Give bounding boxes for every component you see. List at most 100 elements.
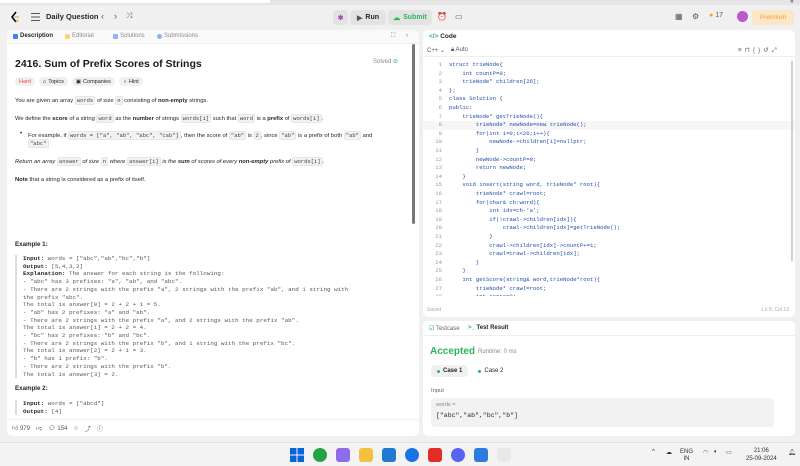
code-line[interactable]: 7 trieNode* getTrieNode(){ [423, 113, 795, 122]
companies-chip[interactable]: ▣ Companies [71, 77, 115, 86]
code-line[interactable]: 15 void insert(string word, trieNode* ro… [423, 181, 795, 190]
volume-icon[interactable]: 🔈︎ [714, 449, 718, 456]
vscode-icon[interactable] [382, 448, 396, 462]
next-problem-icon[interactable]: › [114, 11, 117, 21]
hint-chip[interactable]: ♁ Hint [118, 77, 143, 86]
timer-icon[interactable]: ⏰ [437, 12, 447, 21]
code-line[interactable]: 11 } [423, 147, 795, 156]
code-line[interactable]: 16 trieNode* crawl=root; [423, 190, 795, 199]
snipping-tool-icon[interactable] [497, 448, 511, 462]
youtube-icon[interactable] [428, 448, 442, 462]
window-close-icon[interactable]: ✕ [790, 0, 794, 5]
layout-icon[interactable]: ▦ [675, 12, 683, 21]
page-title[interactable]: 2416. Sum of Prefix Scores of Strings [15, 58, 202, 70]
settings-gear-icon[interactable]: ⚙ [692, 12, 699, 21]
submit-button[interactable]: ☁ Submit [388, 10, 432, 25]
code-line[interactable]: 17 for(char& ch:word){ [423, 199, 795, 208]
tab-solutions[interactable]: Solutions [113, 33, 145, 39]
language-label: C++ [427, 48, 439, 54]
code-line[interactable]: 26 int getScore(string& word,trieNode*ro… [423, 276, 795, 285]
topics-chip[interactable]: ⌂ Topics [38, 77, 68, 86]
tab-code[interactable]: </> Code [429, 33, 456, 40]
code-line[interactable]: 21 } [423, 233, 795, 242]
wifi-icon[interactable]: ◠ [703, 449, 708, 456]
comments-button[interactable]: 💬︎ 154 [48, 425, 67, 432]
tray-chevron-icon[interactable]: ^ [652, 449, 655, 455]
code-line[interactable]: 8 trieNode* newNode=new trieNode(); [423, 121, 795, 130]
code-line[interactable]: 10 newNode->children[i]=nullptr; [423, 138, 795, 147]
debug-button[interactable]: ✱ [333, 10, 348, 25]
example-line: The total is answer[3] = 2. [23, 370, 119, 378]
streak-counter[interactable]: ● 17 [709, 12, 723, 19]
discord-icon[interactable] [451, 448, 465, 462]
auto-mode-toggle[interactable]: 🔒︎ Auto [451, 47, 468, 54]
paint-icon[interactable] [474, 448, 488, 462]
code-line[interactable]: 9 for(int i=0;i<26;i++){ [423, 130, 795, 139]
code-line[interactable]: 22 crawl->children[idx]->countP+=1; [423, 242, 795, 251]
notification-bell-icon[interactable]: 🔔︎ [788, 449, 796, 456]
line-number: 4 [438, 86, 442, 94]
code-line[interactable]: 4}; [423, 87, 795, 96]
windows-start-icon[interactable] [290, 448, 304, 462]
code-line[interactable]: 18 int idx=ch-'a'; [423, 207, 795, 216]
code-line[interactable]: 5 class Solution { [423, 95, 795, 104]
case-2-tab[interactable]: Case 2 [472, 365, 509, 377]
collapse-chevron-icon[interactable]: ‹ [406, 33, 408, 39]
dislike-icon[interactable]: 👎︎ [36, 424, 42, 432]
code-line[interactable]: 12 newNode->countP=0; [423, 156, 795, 165]
code-line[interactable]: 20 crawl->children[idx]=getTrieNode(); [423, 224, 795, 233]
taskbar-clock[interactable]: 21:06 25-09-2024 [746, 447, 777, 463]
expand-icon[interactable]: ⛶ [391, 33, 395, 40]
code-line[interactable]: 27 trieNode* crawl=root; [423, 285, 795, 294]
tab-testcase[interactable]: ☑ Testcase [429, 325, 460, 332]
code-line[interactable]: 2 int countP=0; [423, 70, 795, 79]
tray-app-icon[interactable]: ☁ [666, 449, 672, 456]
code-line[interactable]: 14 } [423, 173, 795, 182]
line-number: 13 [435, 164, 442, 172]
example-line: Input: words = ["abcd"] [23, 400, 105, 407]
code-editor[interactable]: 1 struct trieNode{2 int countP=0; 3 trieNo… [423, 61, 795, 296]
code-line[interactable]: 1 struct trieNode{ [423, 61, 795, 70]
code-line[interactable]: 25 } [423, 267, 795, 276]
code-line[interactable]: 3 trieNode* children[26]; [423, 78, 795, 87]
daily-question-title[interactable]: Daily Question [46, 12, 99, 21]
premium-button[interactable]: Premium [752, 10, 794, 25]
code-line[interactable]: 13 return newNode; [423, 164, 795, 173]
description-icon [13, 33, 18, 39]
tab-test-result[interactable]: >_ Test Result [468, 325, 508, 331]
tab-editorial[interactable]: Editorial [65, 33, 94, 39]
editor-tools[interactable]: ≡⊓{}↺⤢ [738, 46, 780, 55]
battery-icon[interactable]: ▭ [726, 449, 732, 456]
shuffle-icon[interactable]: ⤨ [126, 11, 132, 21]
leetcode-logo-icon[interactable] [10, 11, 20, 24]
code-line[interactable]: 23 crawl=crawl->children[idx]; [423, 250, 795, 259]
editor-statusbar: Saved Ln 8, Col 13 [423, 306, 795, 316]
copilot-icon[interactable] [336, 448, 350, 462]
language-select[interactable]: C++ ⌄ [427, 47, 445, 54]
tab-submissions[interactable]: Submissions [157, 33, 198, 39]
star-icon[interactable]: ☆ [73, 425, 78, 432]
case-tabs: Case 1 Case 2 [431, 365, 509, 377]
code-line[interactable]: 24 } [423, 259, 795, 268]
tab-description[interactable]: Description [13, 33, 53, 39]
chrome-icon[interactable] [405, 448, 419, 462]
run-button[interactable]: ▶ Run [350, 10, 386, 25]
whatsapp-icon[interactable] [313, 448, 327, 462]
code-line[interactable]: 28 int score=0; [423, 293, 795, 296]
language-indicator[interactable]: ENG IN [680, 449, 693, 463]
description-scrollbar[interactable] [412, 44, 415, 224]
file-explorer-icon[interactable] [359, 448, 373, 462]
avatar[interactable] [737, 11, 748, 22]
prev-problem-icon[interactable]: ‹ [101, 11, 104, 21]
problem-list-icon[interactable] [31, 13, 40, 21]
solved-status: Solved ⊘ [373, 58, 398, 65]
help-icon[interactable]: ⓘ [97, 424, 103, 433]
like-button[interactable]: 👍︎ 979 [12, 424, 30, 432]
share-icon[interactable]: ⤴ [85, 424, 91, 433]
example-1-title: Example 1: [15, 241, 48, 248]
code-line[interactable]: 19 if(!crawl->children[idx]){ [423, 216, 795, 225]
case-1-tab[interactable]: Case 1 [431, 365, 469, 377]
notes-icon[interactable]: ▭ [455, 12, 463, 21]
editor-scrollbar[interactable] [791, 61, 793, 261]
code-line[interactable]: 6 public: [423, 104, 795, 113]
